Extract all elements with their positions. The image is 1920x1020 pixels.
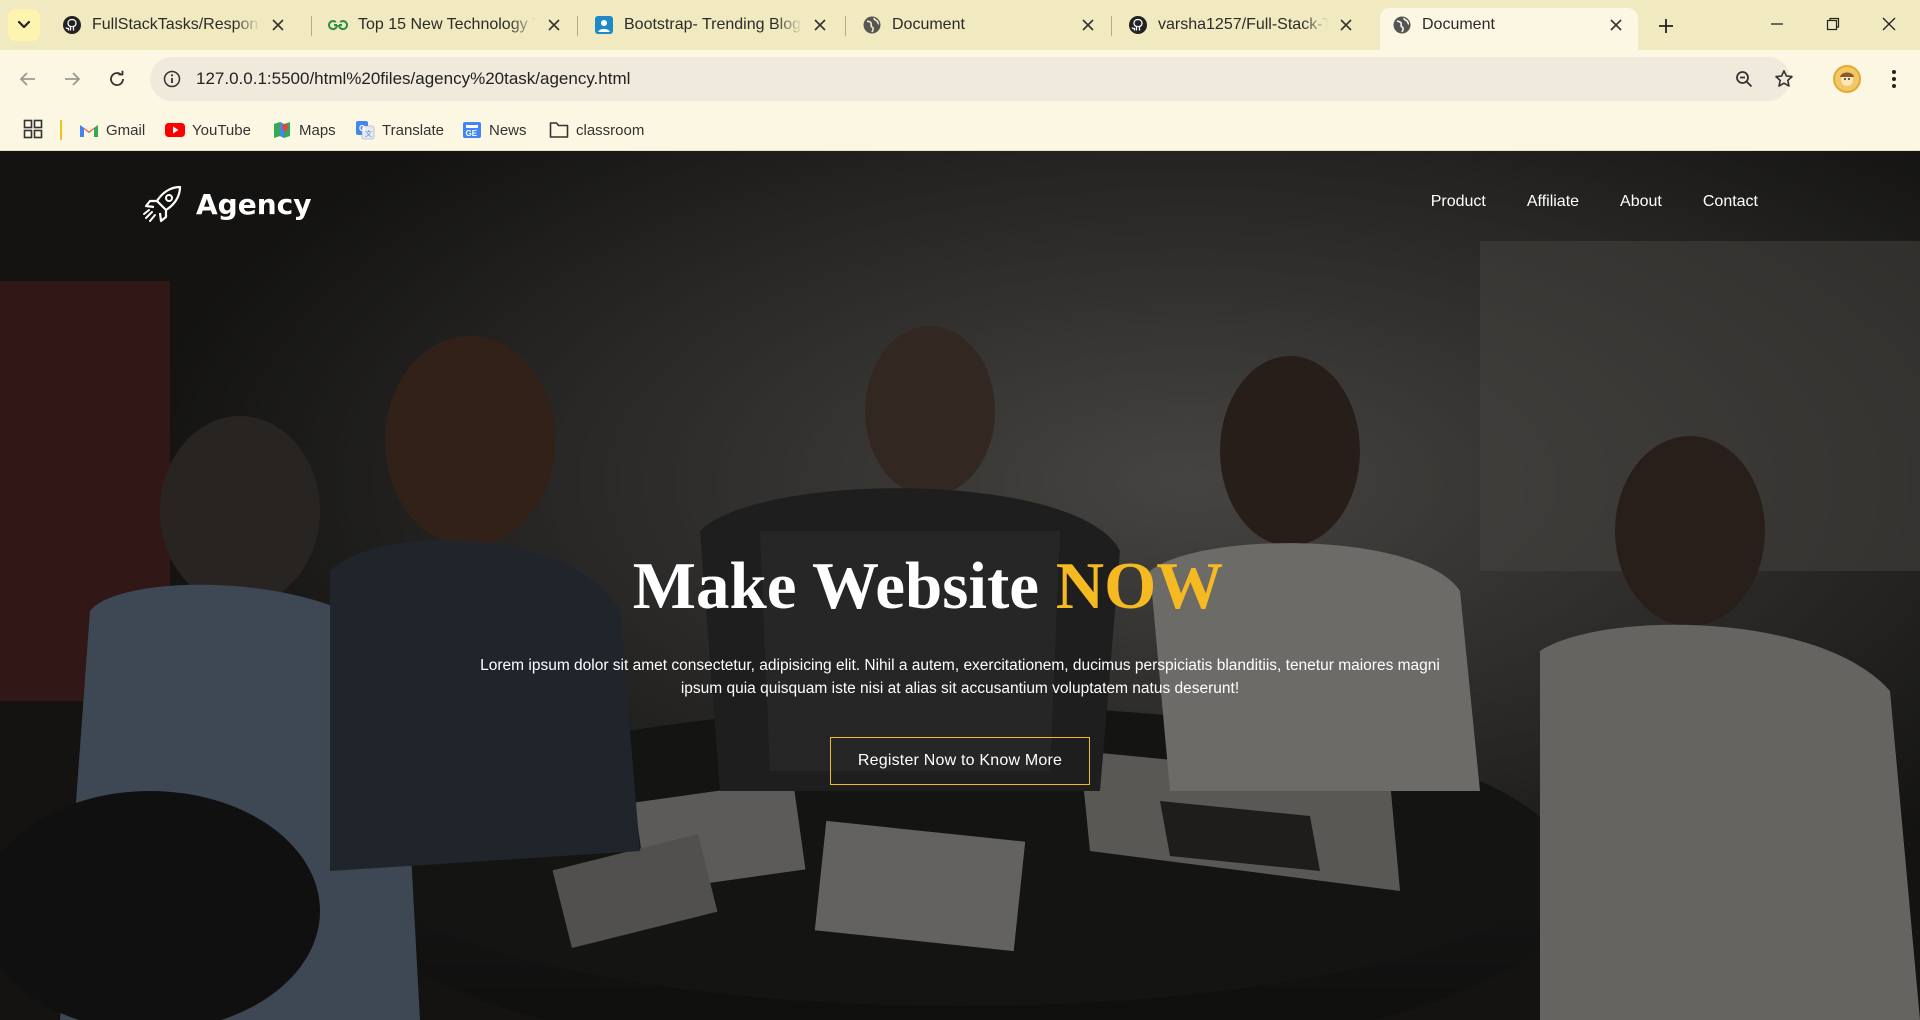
close-icon[interactable] [810, 15, 830, 35]
svg-text:GE: GE [466, 129, 478, 138]
bookmark-label: YouTube [192, 121, 251, 139]
tab-4[interactable]: Document [850, 8, 1110, 42]
address-bar[interactable]: 127.0.0.1:5500/html%20files/agency%20tas… [150, 57, 1793, 101]
bookmark-label: News [489, 121, 527, 139]
tab-3[interactable]: Bootstrap- Trending Blogs [582, 8, 842, 42]
close-icon[interactable] [1336, 15, 1356, 35]
tab-2[interactable]: Top 15 New Technology Tr [316, 8, 576, 42]
close-icon[interactable] [1606, 15, 1626, 35]
maps-icon [272, 120, 292, 140]
brand-name: Agency [196, 187, 312, 221]
globe-icon [1392, 15, 1412, 35]
bookmark-label: Gmail [106, 121, 146, 139]
tab-title: varsha1257/Full-Stack-Task [1158, 16, 1328, 33]
hero-title: Make Website NOW [0, 548, 1856, 625]
browser-toolbar: 127.0.0.1:5500/html%20files/agency%20tas… [0, 50, 1920, 108]
close-icon[interactable] [1078, 15, 1098, 35]
apps-grid-icon[interactable] [20, 116, 46, 142]
translate-icon: G文 [355, 120, 375, 140]
reload-icon [110, 70, 124, 86]
bookmark-youtube[interactable]: YouTube [165, 117, 251, 143]
globe-icon [862, 15, 882, 35]
tab-1[interactable]: FullStackTasks/ResponsiveC [50, 8, 300, 42]
bookmark-star-icon[interactable] [1772, 67, 1796, 91]
reload-button[interactable] [101, 63, 133, 95]
bookmark-label: Translate [382, 121, 444, 139]
restore-button[interactable] [1810, 8, 1856, 40]
bootstrap-blog-icon [594, 15, 614, 35]
register-button[interactable]: Register Now to Know More [830, 737, 1090, 785]
main-nav: Product Affiliate About Contact [1431, 193, 1758, 211]
rocket-icon [140, 181, 186, 227]
close-icon [1882, 17, 1896, 31]
nav-link-contact[interactable]: Contact [1703, 193, 1758, 211]
minimize-button[interactable] [1754, 8, 1800, 40]
nav-link-affiliate[interactable]: Affiliate [1527, 193, 1579, 211]
tab-separator [577, 16, 578, 36]
tab-title: Document [892, 16, 965, 33]
web-page-viewport: Agency Product Affiliate About Contact M… [0, 151, 1920, 1020]
bookmark-maps[interactable]: Maps [272, 117, 336, 143]
github-icon [62, 15, 82, 35]
bookmark-folder-classroom[interactable]: classroom [549, 117, 644, 143]
folder-icon [549, 120, 569, 140]
hero-description: Lorem ipsum dolor sit amet consectetur, … [480, 657, 1440, 697]
nav-link-product[interactable]: Product [1431, 193, 1486, 211]
bookmark-label: classroom [576, 121, 645, 139]
arrow-left-icon [19, 72, 35, 86]
tab-separator [845, 16, 846, 36]
bookmarks-bar: Gmail YouTube Maps G文 Translate GE News … [0, 108, 1920, 151]
youtube-icon [165, 120, 185, 140]
url-text[interactable]: 127.0.0.1:5500/html%20files/agency%20tas… [196, 69, 630, 89]
nav-link-about[interactable]: About [1620, 193, 1662, 211]
tab-title: Bootstrap- Trending Blogs [624, 16, 802, 33]
tab-5[interactable]: varsha1257/Full-Stack-Task [1116, 8, 1368, 42]
site-info-icon[interactable] [160, 67, 184, 91]
plus-icon [1659, 19, 1673, 33]
profile-avatar[interactable] [1833, 65, 1861, 93]
close-icon[interactable] [544, 15, 564, 35]
news-icon: GE [462, 120, 482, 140]
forward-button[interactable] [56, 63, 88, 95]
browser-menu-button[interactable] [1878, 63, 1910, 95]
minimize-icon [1771, 23, 1783, 25]
geeksforgeeks-icon [328, 15, 348, 35]
zoom-icon[interactable] [1732, 67, 1756, 91]
chevron-down-icon [17, 20, 31, 29]
tab-separator [1111, 16, 1112, 36]
tab-title: FullStackTasks/ResponsiveC [92, 16, 260, 33]
close-window-button[interactable] [1866, 8, 1912, 40]
new-tab-button[interactable] [1651, 11, 1681, 41]
bookmark-translate[interactable]: G文 Translate [355, 117, 444, 143]
arrow-right-icon [65, 72, 81, 86]
bookmark-label: Maps [299, 121, 336, 139]
gmail-icon [79, 120, 99, 140]
bookmark-news[interactable]: GE News [462, 117, 527, 143]
restore-icon [1826, 17, 1840, 31]
tab-6-active[interactable]: Document [1380, 8, 1638, 50]
more-vertical-icon [1892, 70, 1896, 88]
avatar-icon [1840, 72, 1854, 86]
tab-title: Top 15 New Technology Tr [358, 16, 536, 33]
tab-strip: FullStackTasks/ResponsiveC Top 15 New Te… [0, 0, 1920, 50]
tab-title: Document [1422, 16, 1495, 33]
tab-separator [311, 16, 312, 36]
hero-title-accent: NOW [1055, 549, 1224, 623]
bookmarks-separator [60, 120, 62, 140]
github-icon [1128, 15, 1148, 35]
close-icon[interactable] [268, 15, 288, 35]
tab-search-button[interactable] [8, 9, 40, 41]
back-button[interactable] [12, 63, 44, 95]
bookmark-gmail[interactable]: Gmail [79, 117, 145, 143]
site-brand[interactable]: Agency [140, 181, 312, 227]
hero-title-main: Make Website [632, 549, 1040, 623]
svg-text:文: 文 [365, 129, 372, 138]
